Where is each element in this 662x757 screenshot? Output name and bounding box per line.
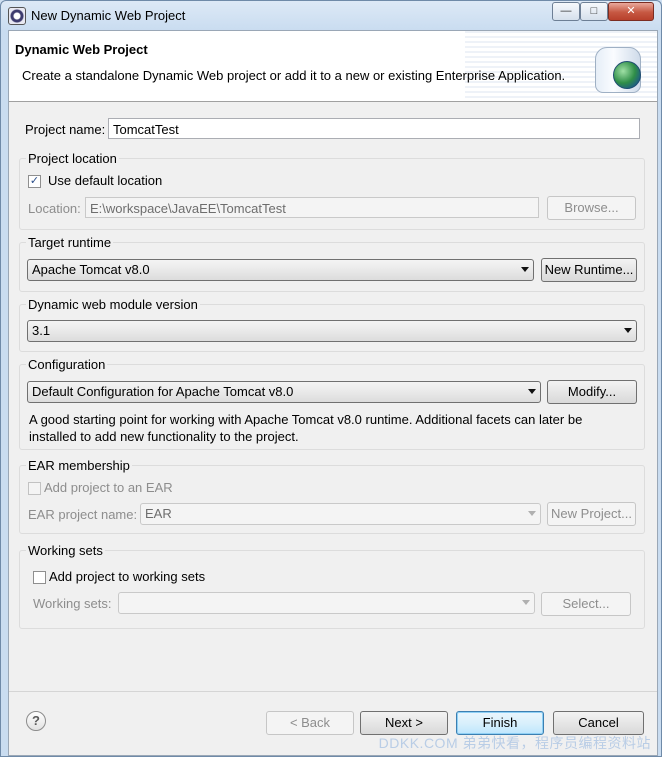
working-sets-group (19, 550, 645, 629)
working-sets-title: Working sets (26, 543, 105, 558)
configuration-description-line2: installed to add new functionality to th… (29, 429, 299, 444)
chevron-down-icon (522, 600, 530, 605)
chevron-down-icon (521, 267, 529, 272)
ear-project-value: EAR (145, 506, 172, 521)
location-input[interactable]: E:\workspace\JavaEE\TomcatTest (85, 197, 539, 218)
use-default-location-label: Use default location (48, 173, 163, 188)
banner-title: Dynamic Web Project (15, 42, 148, 57)
globe-icon (613, 61, 641, 89)
close-icon: ✕ (626, 5, 636, 17)
project-name-label: Project name: (25, 122, 106, 137)
configuration-description-line1: A good starting point for working with A… (29, 412, 583, 427)
target-runtime-select[interactable]: Apache Tomcat v8.0 (27, 259, 534, 281)
maximize-icon: □ (590, 5, 598, 17)
cancel-button[interactable]: Cancel (553, 711, 644, 735)
eclipse-icon (8, 7, 26, 25)
web-project-wizard-icon (595, 43, 641, 93)
configuration-title: Configuration (26, 357, 108, 372)
finish-button[interactable]: Finish (456, 711, 544, 735)
chevron-down-icon (528, 511, 536, 516)
minimize-icon: — (560, 5, 572, 17)
location-label: Location: (28, 201, 81, 216)
browse-button[interactable]: Browse... (547, 196, 636, 220)
chevron-down-icon (528, 389, 536, 394)
new-project-button[interactable]: New Project... (547, 502, 636, 526)
module-version-title: Dynamic web module version (26, 297, 200, 312)
title-bar[interactable]: New Dynamic Web Project — □ ✕ (1, 1, 661, 29)
window-title: New Dynamic Web Project (31, 8, 186, 23)
footer-divider (9, 691, 657, 692)
add-to-ear-label: Add project to an EAR (44, 480, 173, 495)
help-icon: ? (32, 713, 40, 728)
modify-button[interactable]: Modify... (547, 380, 637, 404)
target-runtime-title: Target runtime (26, 235, 114, 250)
ear-membership-title: EAR membership (26, 458, 132, 473)
new-runtime-button[interactable]: New Runtime... (541, 258, 637, 282)
chevron-down-icon (624, 328, 632, 333)
target-runtime-value: Apache Tomcat v8.0 (32, 262, 150, 277)
add-to-working-sets-label: Add project to working sets (49, 569, 206, 584)
close-button[interactable]: ✕ (608, 2, 654, 21)
next-button[interactable]: Next > (360, 711, 448, 735)
working-sets-label: Working sets: (33, 596, 112, 611)
add-to-ear-checkbox[interactable] (28, 482, 41, 495)
select-working-sets-button[interactable]: Select... (541, 592, 631, 616)
use-default-location-checkbox[interactable]: ✓ (28, 175, 41, 188)
working-sets-select[interactable] (118, 592, 535, 614)
banner-description: Create a standalone Dynamic Web project … (22, 68, 566, 83)
watermark-text: DDKK.COM 弟弟快看，程序员编程资料站 (378, 735, 651, 751)
ear-project-name-label: EAR project name: (28, 507, 138, 522)
maximize-button[interactable]: □ (580, 2, 608, 21)
dialog-window: New Dynamic Web Project — □ ✕ Dynamic We… (0, 0, 662, 757)
configuration-select[interactable]: Default Configuration for Apache Tomcat … (27, 381, 541, 403)
ear-project-select[interactable]: EAR (140, 503, 541, 525)
module-version-select[interactable]: 3.1 (27, 320, 637, 342)
back-button[interactable]: < Back (266, 711, 354, 735)
wizard-banner: Dynamic Web Project Create a standalone … (9, 31, 657, 102)
project-location-title: Project location (26, 151, 119, 166)
project-name-input[interactable]: TomcatTest (108, 118, 640, 139)
help-button[interactable]: ? (26, 711, 46, 731)
add-to-working-sets-checkbox[interactable] (33, 571, 46, 584)
minimize-button[interactable]: — (552, 2, 580, 21)
configuration-value: Default Configuration for Apache Tomcat … (32, 384, 294, 399)
module-version-value: 3.1 (32, 323, 51, 338)
checkmark-icon: ✓ (29, 175, 40, 187)
dialog-content: Dynamic Web Project Create a standalone … (8, 30, 658, 756)
